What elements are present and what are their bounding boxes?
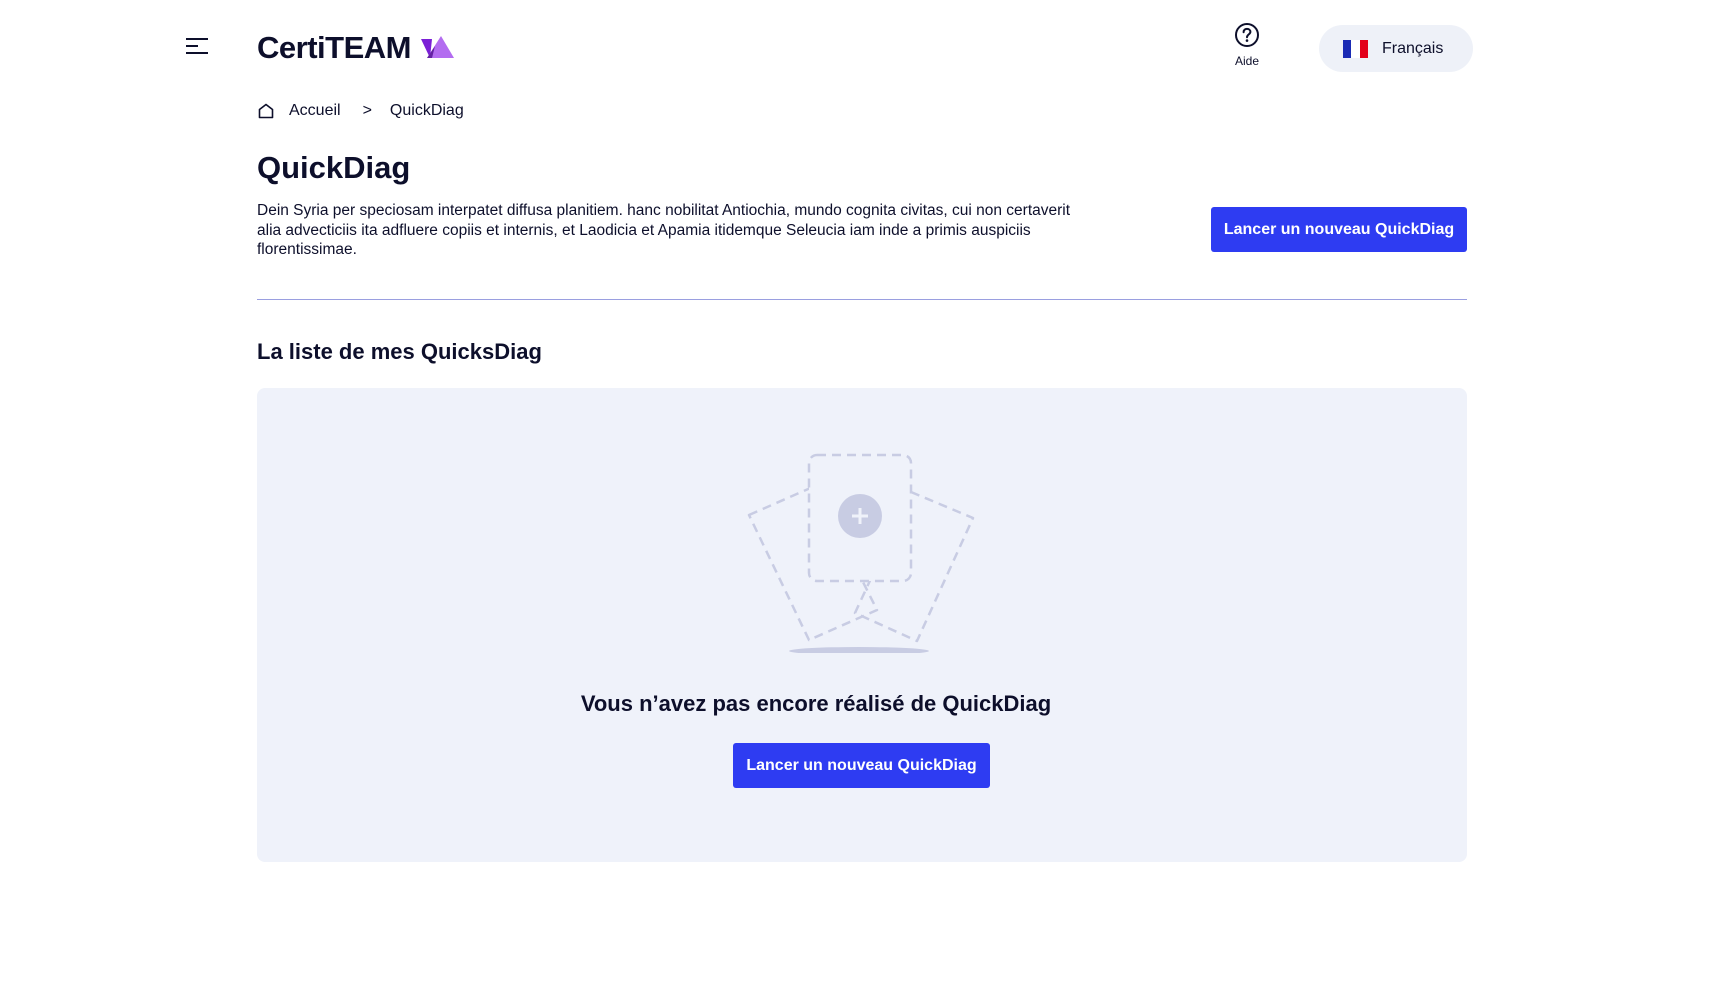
section-title: La liste de mes QuicksDiag <box>257 339 542 364</box>
page-title: QuickDiag <box>257 150 411 185</box>
breadcrumb-separator: > <box>362 102 372 119</box>
hamburger-menu-icon[interactable] <box>184 34 212 58</box>
logo-text: CertiTEAM <box>257 30 411 65</box>
page: CertiTEAM Aide Français Accueil > QuickD… <box>0 0 1710 1000</box>
language-label: Français <box>1382 39 1444 57</box>
help-label: Aide <box>1234 54 1260 68</box>
logo-mark-icon <box>420 36 454 58</box>
question-circle-icon <box>1235 23 1259 47</box>
breadcrumb: Accueil > QuickDiag <box>257 100 464 122</box>
language-selector[interactable]: Français <box>1319 25 1473 72</box>
empty-state-message: Vous n’avez pas encore réalisé de QuickD… <box>580 691 1052 716</box>
page-description: Dein Syria per speciosam interpatet diff… <box>257 202 1071 258</box>
launch-quickdiag-button[interactable]: Lancer un nouveau QuickDiag <box>1211 207 1467 252</box>
breadcrumb-item-current: QuickDiag <box>389 102 464 119</box>
breadcrumb-home[interactable]: Accueil <box>257 102 341 120</box>
breadcrumb-item-home: Accueil <box>289 102 341 119</box>
section-divider <box>257 299 1467 300</box>
help-button[interactable]: Aide <box>1222 22 1272 68</box>
empty-state-launch-button[interactable]: Lancer un nouveau QuickDiag <box>733 743 990 788</box>
home-icon <box>258 103 274 119</box>
empty-state-panel: Vous n’avez pas encore réalisé de QuickD… <box>257 388 1467 862</box>
french-flag-icon <box>1343 39 1368 58</box>
logo[interactable]: CertiTEAM <box>257 30 455 66</box>
empty-documents-plus-icon <box>747 453 975 653</box>
